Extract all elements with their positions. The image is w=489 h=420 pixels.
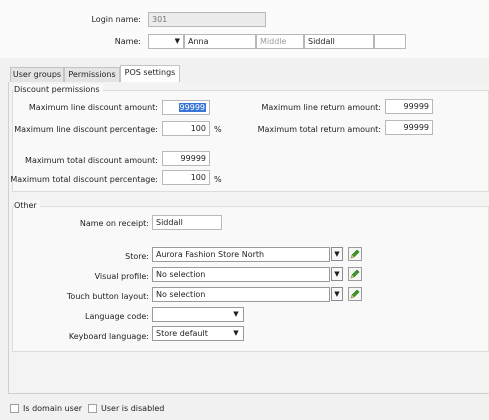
user-disabled-label: User is disabled — [101, 404, 165, 413]
name-label: Name: — [114, 37, 141, 46]
tab-pos-settings[interactable]: POS settings — [120, 65, 180, 82]
touch-layout-edit-button[interactable] — [348, 287, 362, 301]
touch-layout-chevron-down-icon[interactable]: ▼ — [331, 287, 343, 301]
is-domain-user-checkbox[interactable] — [10, 404, 19, 413]
max-line-discount-amount-field[interactable]: 99999 — [162, 100, 210, 115]
tab-user-groups[interactable]: User groups — [10, 67, 64, 82]
max-total-discount-pct-field[interactable]: 100 — [162, 170, 210, 185]
tab-permissions[interactable]: Permissions — [64, 67, 120, 82]
percent-sign: % — [214, 175, 222, 184]
pencil-icon — [350, 249, 360, 259]
max-line-discount-amount-label: Maximum line discount amount: — [28, 103, 158, 112]
name-on-receipt-field[interactable]: Siddall — [152, 215, 222, 230]
max-line-return-amount-label: Maximum line return amount: — [261, 103, 381, 112]
max-line-discount-pct-label: Maximum line discount percentage: — [14, 125, 158, 134]
keyboard-language-dropdown[interactable]: Store default ▼ — [152, 326, 244, 341]
store-dropdown[interactable]: Aurora Fashion Store North — [152, 247, 330, 262]
max-line-return-amount-field[interactable]: 99999 — [385, 99, 433, 114]
store-chevron-down-icon[interactable]: ▼ — [331, 247, 343, 261]
touch-layout-dropdown[interactable]: No selection — [152, 287, 330, 302]
pencil-icon — [350, 289, 360, 299]
store-label: Store: — [125, 252, 149, 261]
percent-sign: % — [214, 125, 222, 134]
chevron-down-icon: ▼ — [233, 310, 239, 318]
other-title: Other — [14, 200, 40, 211]
max-total-discount-pct-label: Maximum total discount percentage: — [10, 175, 158, 184]
visual-profile-chevron-down-icon[interactable]: ▼ — [331, 267, 343, 281]
store-value: Aurora Fashion Store North — [156, 250, 265, 259]
max-total-discount-amount-label: Maximum total discount amount: — [25, 156, 158, 165]
visual-profile-edit-button[interactable] — [348, 267, 362, 281]
visual-profile-dropdown[interactable]: No selection — [152, 267, 330, 282]
keyboard-language-value: Store default — [156, 329, 208, 338]
pencil-icon — [350, 269, 360, 279]
max-line-discount-pct-field[interactable]: 100 — [162, 121, 210, 136]
login-name-label: Login name: — [91, 15, 141, 24]
max-total-discount-amount-field[interactable]: 99999 — [162, 151, 210, 166]
language-code-label: Language code: — [84, 312, 149, 321]
language-code-dropdown[interactable]: ▼ — [152, 307, 244, 322]
last-name-field[interactable]: Siddall — [304, 34, 374, 49]
middle-name-field[interactable]: Middle — [256, 34, 304, 49]
name-on-receipt-label: Name on receipt: — [79, 219, 149, 228]
login-name-field[interactable]: 301 — [148, 12, 266, 27]
touch-layout-value: No selection — [156, 290, 206, 299]
discount-permissions-title: Discount permissions — [14, 84, 103, 95]
max-total-return-amount-field[interactable]: 99999 — [385, 120, 433, 135]
visual-profile-value: No selection — [156, 270, 206, 279]
max-total-return-amount-label: Maximum total return amount: — [257, 125, 381, 134]
user-disabled-checkbox[interactable] — [88, 404, 97, 413]
name-suffix-field[interactable] — [374, 34, 406, 49]
store-edit-button[interactable] — [348, 247, 362, 261]
chevron-down-icon: ▼ — [233, 329, 239, 337]
touch-layout-label: Touch button layout: — [66, 292, 149, 301]
chevron-down-icon: ▼ — [174, 37, 180, 45]
header-panel — [0, 0, 489, 58]
keyboard-language-label: Keyboard language: — [68, 332, 149, 341]
name-title-dropdown[interactable]: ▼ — [148, 34, 184, 49]
is-domain-user-label: Is domain user — [23, 404, 83, 413]
visual-profile-label: Visual profile: — [94, 272, 149, 281]
first-name-field[interactable]: Anna — [184, 34, 256, 49]
